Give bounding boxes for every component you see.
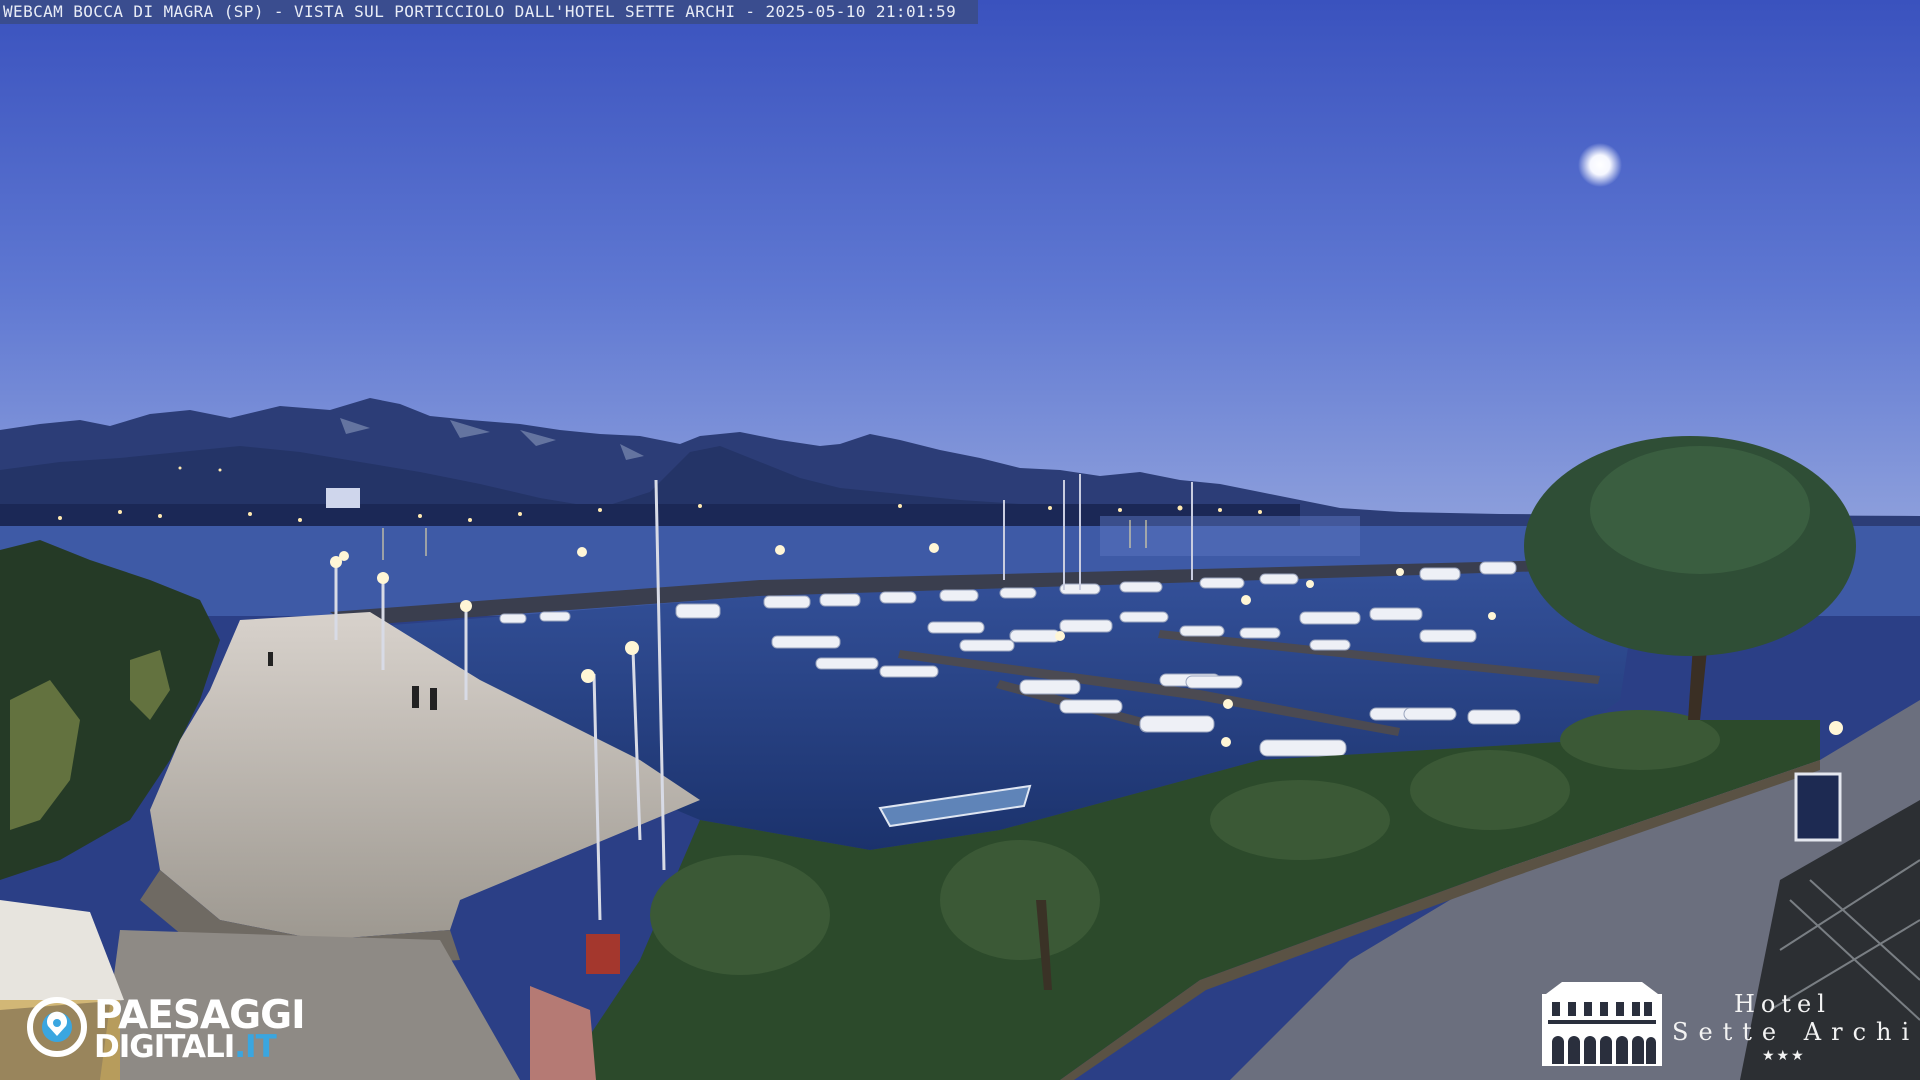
hotel-sette-archi-logo: Hotel Sette Archi ★★★ bbox=[1540, 980, 1920, 1080]
hotel-stars: ★★★ bbox=[1762, 1048, 1806, 1064]
hotel-word-1: Hotel bbox=[1734, 990, 1831, 1018]
moon bbox=[1578, 143, 1622, 187]
hotel-word-2: Sette Archi bbox=[1672, 1018, 1920, 1046]
mosaic-planter bbox=[530, 986, 596, 1080]
harbor-scene bbox=[0, 0, 1920, 1080]
white-building bbox=[326, 488, 360, 508]
webcam-caption: WEBCAM BOCCA DI MAGRA (SP) - VISTA SUL P… bbox=[0, 0, 979, 24]
camera-lens-icon bbox=[27, 997, 87, 1057]
brand-line-2-suffix: .IT bbox=[234, 1029, 276, 1065]
brand-line-2: DIGITALI.IT bbox=[94, 1029, 277, 1065]
brand-line-2-main: DIGITALI bbox=[94, 1029, 235, 1065]
webcam-frame: WEBCAM BOCCA DI MAGRA (SP) - VISTA SUL P… bbox=[0, 0, 1920, 1080]
water-reflection bbox=[1100, 516, 1360, 556]
hotel-building-icon bbox=[1542, 982, 1662, 1066]
umbrella-pine-top bbox=[1590, 446, 1810, 574]
red-bin bbox=[586, 934, 620, 974]
hotel-signboard bbox=[1794, 772, 1842, 842]
